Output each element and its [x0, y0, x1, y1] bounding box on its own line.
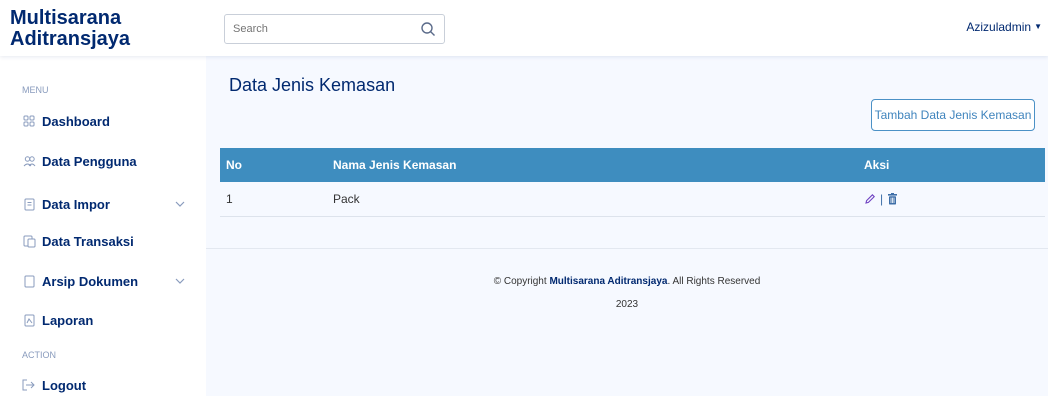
- document-icon: [22, 197, 36, 211]
- copyright-company: Multisarana Aditransjaya: [549, 276, 668, 287]
- sidebar-item-data-impor[interactable]: Data Impor: [22, 193, 192, 215]
- trash-icon[interactable]: [887, 192, 898, 205]
- table-row: 1 Pack |: [220, 182, 1045, 217]
- header-aksi[interactable]: Aksi: [858, 148, 1045, 182]
- add-jenis-kemasan-button[interactable]: Tambah Data Jenis Kemasan: [871, 99, 1035, 131]
- copyright-line: © Copyright Multisarana Aditransjaya. Al…: [206, 270, 1048, 293]
- edit-pencil-icon[interactable]: [864, 193, 876, 205]
- top-header: Multisarana Aditransjaya Azizuladmin▼: [0, 0, 1048, 56]
- action-separator: |: [880, 191, 884, 206]
- sidebar: MENU Dashboard Data Pengguna Data Impor …: [0, 56, 206, 396]
- table-header-row: No Nama Jenis Kemasan Aksi: [220, 148, 1045, 182]
- data-table: No Nama Jenis Kemasan Aksi 1 Pack |: [220, 148, 1045, 217]
- brand-logo[interactable]: Multisarana Aditransjaya: [10, 8, 200, 50]
- sidebar-item-arsip-dokumen[interactable]: Arsip Dokumen: [22, 270, 192, 292]
- sidebar-heading-action: ACTION: [22, 350, 57, 360]
- header-name[interactable]: Nama Jenis Kemasan: [327, 148, 858, 182]
- chevron-down-icon[interactable]: [174, 198, 186, 210]
- action-group: |: [864, 192, 1045, 206]
- brand-line-2[interactable]: Aditransjaya: [10, 29, 200, 50]
- users-icon: [22, 154, 36, 168]
- sidebar-item-dashboard[interactable]: Dashboard: [22, 110, 192, 132]
- sidebar-item-logout[interactable]: Logout: [22, 374, 192, 396]
- search-icon[interactable]: [420, 21, 436, 37]
- copyright-suffix: . All Rights Reserved: [667, 276, 761, 287]
- sidebar-item-label: Data Impor: [42, 196, 110, 212]
- sidebar-item-label: Data Pengguna: [42, 153, 137, 169]
- logout-icon: [22, 378, 36, 392]
- search-bar: [224, 14, 445, 44]
- sidebar-item-data-pengguna[interactable]: Data Pengguna: [22, 150, 192, 172]
- footer: © Copyright Multisarana Aditransjaya. Al…: [206, 270, 1048, 316]
- footer-divider: [206, 248, 1048, 249]
- brand-line-1[interactable]: Multisarana: [10, 8, 200, 29]
- sidebar-item-laporan[interactable]: Laporan: [22, 309, 192, 331]
- sidebar-heading-menu: MENU: [22, 85, 49, 95]
- header-no[interactable]: No: [220, 148, 327, 182]
- copyright-year: 2023: [615, 299, 639, 310]
- archive-icon: [22, 274, 36, 288]
- cell-name: Pack: [327, 182, 858, 217]
- transaction-icon: [22, 234, 36, 248]
- report-icon: [22, 313, 36, 327]
- cell-no: 1: [220, 182, 327, 217]
- caret-down-icon[interactable]: ▼: [1034, 22, 1042, 31]
- chevron-down-icon[interactable]: [174, 275, 186, 287]
- user-name[interactable]: Azizuladmin: [966, 20, 1031, 34]
- cell-aksi: |: [858, 182, 1045, 217]
- sidebar-item-label: Logout: [42, 377, 87, 393]
- sidebar-item-label: Arsip Dokumen: [42, 273, 139, 289]
- sidebar-item-data-transaksi[interactable]: Data Transaksi: [22, 230, 192, 252]
- search-input[interactable]: [225, 15, 415, 43]
- sidebar-item-label: Data Transaksi: [42, 233, 134, 249]
- sidebar-item-label: Dashboard: [42, 113, 110, 129]
- sidebar-item-label: Laporan: [42, 312, 94, 328]
- page-title: Data Jenis Kemasan: [229, 75, 396, 95]
- copyright-prefix: © Copyright: [493, 276, 550, 287]
- grid-icon: [22, 114, 36, 128]
- user-menu[interactable]: Azizuladmin ▼: [966, 20, 1042, 34]
